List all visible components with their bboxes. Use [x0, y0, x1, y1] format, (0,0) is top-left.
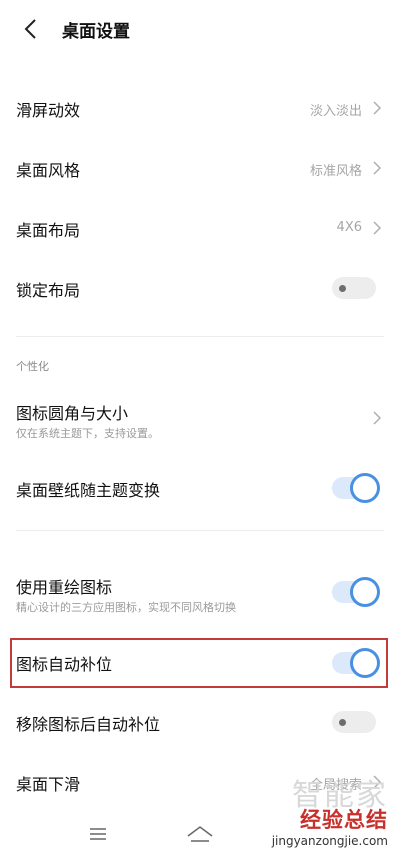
- setting-label: 滑屏动效: [16, 101, 81, 120]
- setting-lock-layout: 锁定布局: [0, 260, 400, 316]
- setting-label: 桌面风格: [16, 161, 81, 180]
- back-button[interactable]: [16, 14, 46, 44]
- setting-desktop-style[interactable]: 桌面风格 标准风格: [0, 140, 400, 196]
- toggle-knob: [350, 473, 380, 503]
- toggle-knob: [350, 577, 380, 607]
- setting-auto-fill-after-remove: 移除图标后自动补位: [0, 694, 400, 750]
- toggle-knob: [339, 285, 346, 292]
- setting-value: 淡入淡出: [309, 104, 362, 119]
- setting-desktop-layout[interactable]: 桌面布局 4X6: [0, 200, 400, 256]
- chevron-right-icon: [373, 101, 382, 115]
- header-bar: 桌面设置: [0, 0, 400, 58]
- section-divider: [16, 336, 384, 337]
- setting-label: 使用重绘图标: [16, 578, 113, 597]
- auto-fill-after-remove-toggle[interactable]: [332, 711, 376, 733]
- setting-label: 图标自动补位: [16, 655, 113, 674]
- setting-scroll-effect[interactable]: 滑屏动效 淡入淡出: [0, 80, 400, 136]
- toggle-knob: [350, 648, 380, 678]
- setting-label: 图标圆角与大小: [16, 404, 129, 423]
- page-title: 桌面设置: [62, 22, 130, 42]
- lock-layout-toggle[interactable]: [332, 277, 376, 299]
- section-label: 个性化: [16, 360, 49, 373]
- system-nav-bar: [0, 814, 400, 854]
- home-icon[interactable]: [186, 824, 214, 844]
- setting-label: 桌面布局: [16, 221, 81, 240]
- auto-fill-icons-toggle[interactable]: [332, 648, 380, 678]
- toggle-knob: [339, 719, 346, 726]
- menu-icon[interactable]: [88, 824, 108, 844]
- setting-label: 桌面下滑: [16, 775, 81, 794]
- setting-label: 桌面壁纸随主题变换: [16, 481, 161, 500]
- back-arrow-icon: [24, 19, 36, 39]
- setting-label: 锁定布局: [16, 281, 81, 300]
- setting-value: 4X6: [336, 220, 362, 235]
- setting-subtitle: 精心设计的三方应用图标，实现不同风格切换: [16, 601, 236, 614]
- wallpaper-theme-toggle[interactable]: [332, 473, 380, 503]
- setting-icon-corner-size[interactable]: 图标圆角与大小 仅在系统主题下，支持设置。: [0, 392, 400, 452]
- redraw-icons-toggle[interactable]: [332, 577, 380, 607]
- setting-subtitle: 仅在系统主题下，支持设置。: [16, 427, 159, 440]
- section-divider: [16, 530, 384, 531]
- setting-wallpaper-follow-theme: 桌面壁纸随主题变换: [0, 460, 400, 516]
- setting-value: 标准风格: [309, 164, 362, 179]
- chevron-right-icon: [373, 161, 382, 175]
- setting-auto-fill-icons: 图标自动补位: [0, 638, 400, 688]
- setting-redraw-icons: 使用重绘图标 精心设计的三方应用图标，实现不同风格切换: [0, 566, 400, 626]
- chevron-right-icon: [373, 221, 382, 235]
- chevron-right-icon: [373, 411, 382, 425]
- setting-label: 移除图标后自动补位: [16, 715, 161, 734]
